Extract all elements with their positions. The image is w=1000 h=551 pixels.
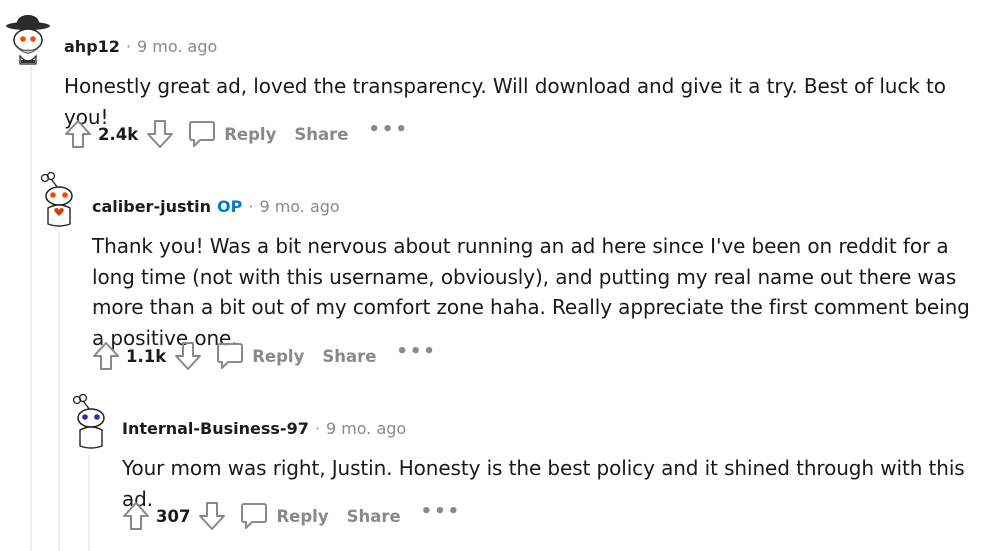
- timestamp[interactable]: 9 mo. ago: [326, 419, 406, 438]
- downvote-icon[interactable]: [146, 119, 174, 149]
- thread-line-level-3[interactable]: [88, 455, 90, 551]
- share-button[interactable]: Share: [294, 125, 348, 144]
- comment-actions: 2.4k Reply Share •••: [64, 119, 409, 149]
- vote-count: 2.4k: [98, 124, 139, 144]
- share-button[interactable]: Share: [322, 347, 376, 366]
- comment-meta: Internal-Business-97 · 9 mo. ago: [122, 419, 406, 438]
- thread-line-level-1[interactable]: [30, 66, 32, 551]
- chat-bubble-icon: [189, 121, 216, 147]
- share-button[interactable]: Share: [347, 507, 401, 526]
- chat-bubble-icon: [217, 343, 244, 369]
- op-badge: OP: [217, 197, 243, 216]
- more-options-button[interactable]: •••: [421, 501, 462, 522]
- comment-actions: 307 Reply Share •••: [122, 501, 461, 531]
- reply-label: Reply: [276, 506, 329, 526]
- cowboy-snoo-avatar-icon[interactable]: [5, 14, 51, 66]
- reply-label: Reply: [252, 346, 305, 366]
- snoo-red-heart-avatar-icon[interactable]: [38, 172, 80, 228]
- vote-count: 307: [156, 506, 191, 526]
- comment-body: Thank you! Was a bit nervous about runni…: [92, 234, 970, 350]
- snoo-blue-avatar-icon[interactable]: [70, 394, 112, 450]
- more-options-button[interactable]: •••: [368, 119, 409, 140]
- downvote-icon[interactable]: [198, 501, 226, 531]
- meta-separator: ·: [248, 197, 254, 216]
- reply-button[interactable]: Reply: [240, 501, 329, 531]
- chat-bubble-icon: [241, 503, 268, 529]
- reply-button[interactable]: Reply: [216, 341, 304, 371]
- timestamp[interactable]: 9 mo. ago: [259, 197, 339, 216]
- thread-line-level-2[interactable]: [58, 230, 60, 551]
- meta-separator: ·: [314, 419, 320, 438]
- more-options-button[interactable]: •••: [396, 341, 437, 362]
- author-name[interactable]: Internal-Business-97: [122, 419, 309, 438]
- author-name[interactable]: caliber-justin: [92, 197, 211, 216]
- downvote-icon[interactable]: [174, 341, 202, 371]
- comment-meta: caliber-justin OP · 9 mo. ago: [92, 197, 340, 216]
- upvote-icon[interactable]: [122, 501, 150, 531]
- timestamp[interactable]: 9 mo. ago: [137, 37, 217, 56]
- comment-actions: 1.1k Reply Share •••: [92, 341, 437, 371]
- author-name[interactable]: ahp12: [64, 37, 120, 56]
- vote-count: 1.1k: [126, 346, 167, 366]
- comment-meta: ahp12 · 9 mo. ago: [64, 37, 217, 56]
- upvote-icon[interactable]: [92, 341, 120, 371]
- reply-button[interactable]: Reply: [188, 119, 276, 149]
- meta-separator: ·: [125, 37, 131, 56]
- upvote-icon[interactable]: [64, 119, 92, 149]
- reply-label: Reply: [224, 124, 277, 144]
